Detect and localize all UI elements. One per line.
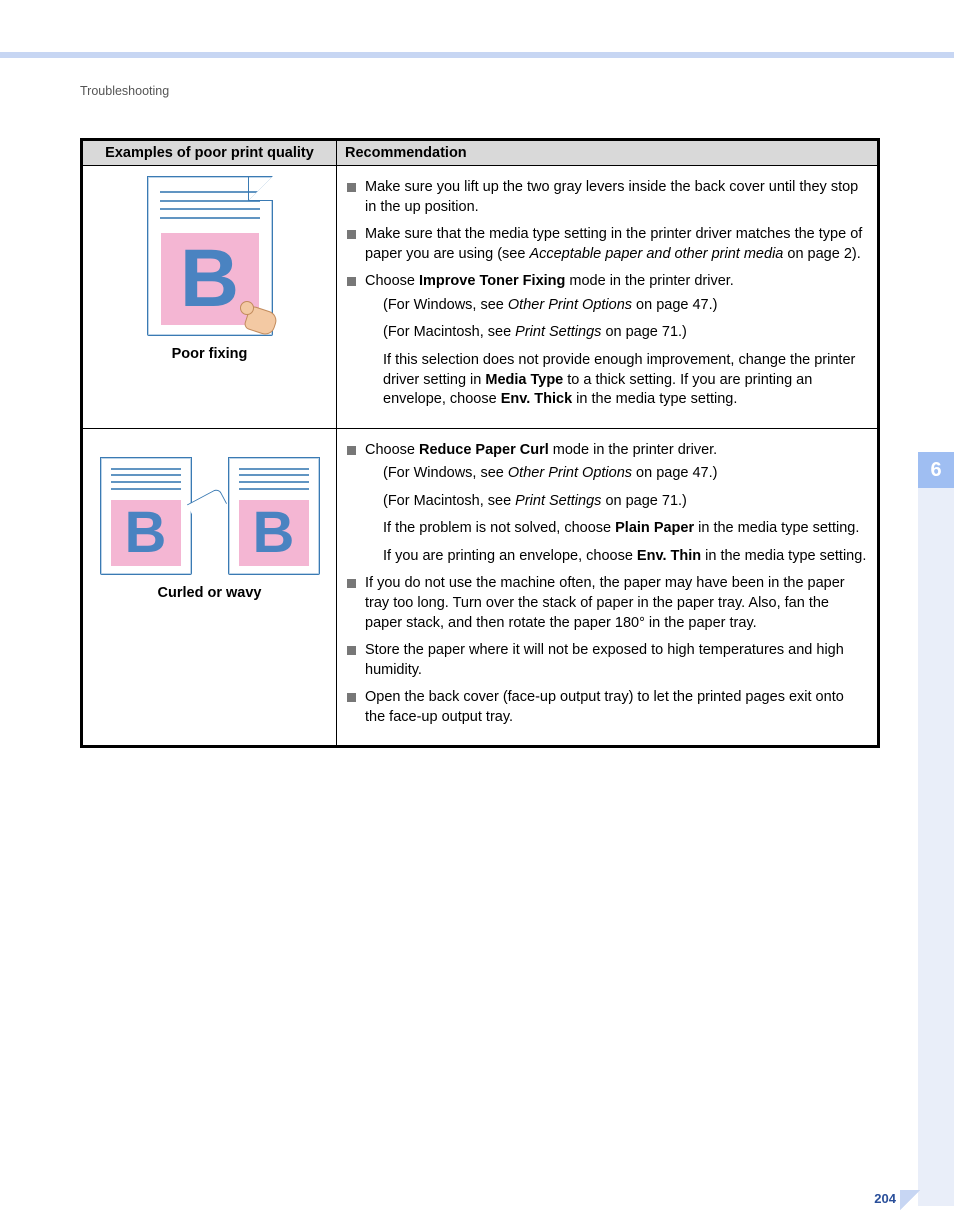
th-examples: Examples of poor print quality [83, 141, 337, 166]
rec-sub: If you are printing an envelope, choose … [365, 547, 867, 567]
table-row: B B Curled or wavy Choose Reduce Paper C… [83, 428, 878, 746]
illustration-curled-b: B [228, 457, 320, 575]
table-row: B Poor fixing Make sure you lift up the … [83, 166, 878, 429]
illustration-curled-a: B [100, 457, 192, 575]
breadcrumb: Troubleshooting [80, 84, 169, 98]
rec-sub: (For Macintosh, see Print Settings on pa… [365, 492, 867, 512]
caption-curled: Curled or wavy [87, 585, 332, 601]
top-divider [0, 52, 954, 58]
caption-poor-fixing: Poor fixing [87, 346, 332, 362]
page-corner-icon [900, 1190, 920, 1210]
rec-item: Open the back cover (face-up output tray… [347, 688, 867, 727]
curl-icon [187, 487, 227, 520]
chapter-tab-shadow [918, 488, 954, 1206]
chapter-tab: 6 [918, 452, 954, 488]
rec-item: Make sure you lift up the two gray lever… [347, 178, 867, 217]
rec-poor-fixing: Make sure you lift up the two gray lever… [337, 166, 878, 429]
rec-item: Choose Improve Toner Fixing mode in the … [347, 272, 867, 409]
finger-icon [234, 295, 278, 339]
rec-sub: If the problem is not solved, choose Pla… [365, 519, 867, 539]
rec-item: If you do not use the machine often, the… [347, 574, 867, 633]
th-recommendation: Recommendation [337, 141, 878, 166]
example-poor-fixing: B Poor fixing [83, 166, 337, 429]
troubleshooting-table: Examples of poor print quality Recommend… [80, 138, 880, 748]
rec-item: Make sure that the media type setting in… [347, 225, 867, 264]
rec-sub: (For Macintosh, see Print Settings on pa… [365, 323, 867, 343]
rec-sub: (For Windows, see Other Print Options on… [365, 464, 867, 484]
rec-item: Store the paper where it will not be exp… [347, 641, 867, 680]
rec-sub: (For Windows, see Other Print Options on… [365, 296, 867, 316]
illustration-poor-fixing: B [147, 176, 273, 336]
rec-curled: Choose Reduce Paper Curl mode in the pri… [337, 428, 878, 746]
rec-sub: If this selection does not provide enoug… [365, 351, 867, 410]
example-curled: B B Curled or wavy [83, 428, 337, 746]
page-number: 204 [874, 1191, 896, 1206]
rec-item: Choose Reduce Paper Curl mode in the pri… [347, 441, 867, 567]
